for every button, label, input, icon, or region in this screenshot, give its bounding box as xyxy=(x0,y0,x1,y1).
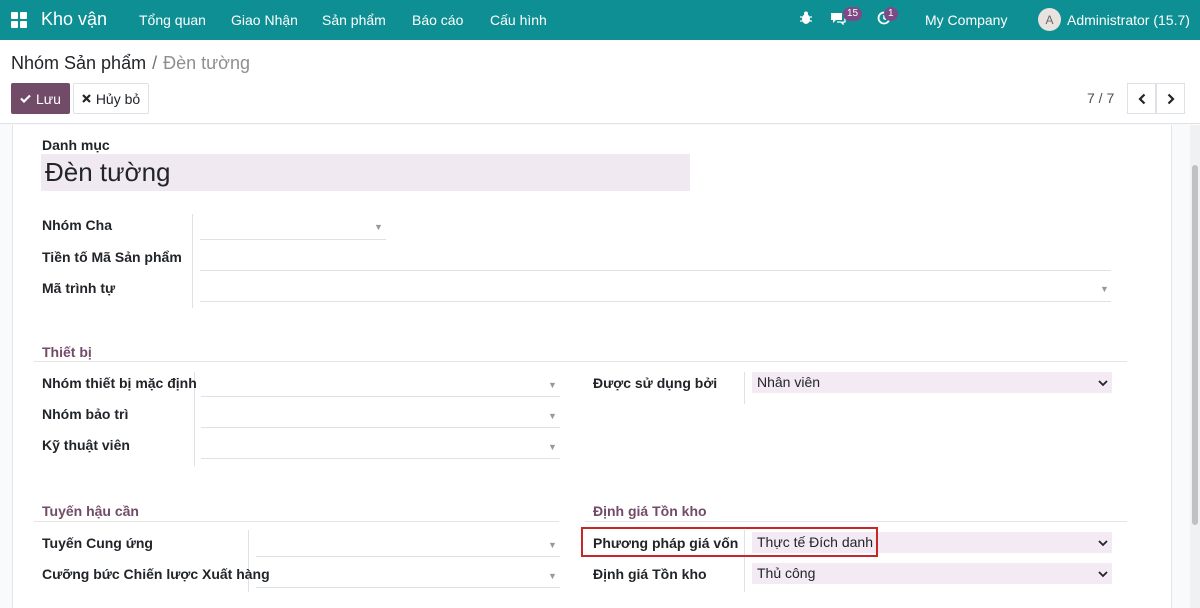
valuation-section-title: Định giá Tồn kho xyxy=(593,503,707,519)
menu-reports[interactable]: Báo cáo xyxy=(412,12,463,28)
costing-highlight-box xyxy=(581,527,878,557)
used-by-select[interactable]: Nhân viên xyxy=(752,372,1112,393)
apps-grid-icon[interactable] xyxy=(11,12,27,28)
removal-strategy-field[interactable] xyxy=(256,564,560,586)
inventory-valuation-label: Định giá Tồn kho xyxy=(593,566,707,582)
menu-transfers[interactable]: Giao Nhận xyxy=(231,12,298,28)
maintenance-team-line xyxy=(201,427,560,428)
discard-button[interactable]: Hủy bỏ xyxy=(73,83,149,114)
sequence-field-line xyxy=(200,301,1111,302)
save-button[interactable]: Lưu xyxy=(11,83,70,114)
chevron-right-icon xyxy=(1167,93,1175,104)
save-button-label: Lưu xyxy=(36,90,61,107)
costing-chevron-down-icon[interactable] xyxy=(1098,536,1108,550)
menu-products[interactable]: Sản phẩm xyxy=(322,12,386,28)
used-by-separator xyxy=(744,372,745,404)
category-label: Danh mục xyxy=(42,137,110,153)
scrollbar[interactable] xyxy=(1190,125,1200,608)
valuation-chevron-down-icon[interactable] xyxy=(1098,567,1108,581)
logistics-section-title: Tuyến hậu cần xyxy=(42,503,139,519)
used-by-chevron-down-icon[interactable] xyxy=(1098,376,1108,390)
technician-label: Kỹ thuật viên xyxy=(42,437,130,453)
messages-badge: 15 xyxy=(843,7,863,21)
maintenance-team-label: Nhóm bảo trì xyxy=(42,406,129,422)
used-by-label: Được sử dụng bởi xyxy=(593,375,718,391)
routes-label: Tuyến Cung ứng xyxy=(42,535,153,551)
menu-overview[interactable]: Tổng quan xyxy=(139,12,206,28)
control-panel: Nhóm Sản phẩm / Đèn tường Lưu Hủy bỏ 7 / 7 xyxy=(0,40,1200,124)
routes-field[interactable] xyxy=(256,533,560,555)
bug-icon[interactable] xyxy=(800,11,812,28)
parent-label: Nhóm Cha xyxy=(42,217,112,233)
maintenance-team-field[interactable] xyxy=(201,404,560,426)
logistics-section-divider xyxy=(34,521,559,522)
pager-previous-button[interactable] xyxy=(1127,83,1156,114)
app-name[interactable]: Kho vận xyxy=(41,9,107,30)
removal-strategy-line xyxy=(256,587,560,588)
inventory-valuation-select[interactable]: Thủ công xyxy=(752,563,1112,584)
group-separator xyxy=(192,214,193,308)
avatar[interactable]: A xyxy=(1038,8,1061,31)
company-switcher[interactable]: My Company xyxy=(925,12,1007,28)
parent-field[interactable] xyxy=(200,216,386,238)
prefix-field-line xyxy=(200,270,1111,271)
default-equipment-label: Nhóm thiết bị mặc định xyxy=(42,375,197,391)
technician-field[interactable] xyxy=(201,435,560,457)
top-navbar: Kho vận Tổng quan Giao Nhận Sản phẩm Báo… xyxy=(0,0,1200,40)
routes-line xyxy=(256,556,560,557)
scrollbar-thumb[interactable] xyxy=(1192,165,1198,525)
check-icon xyxy=(20,94,31,103)
default-equipment-field[interactable] xyxy=(201,373,560,395)
equipment-section-title: Thiết bị xyxy=(42,344,92,360)
sequence-label: Mã trình tự xyxy=(42,280,116,296)
pager-next-button[interactable] xyxy=(1156,83,1185,114)
user-menu[interactable]: Administrator (15.7) xyxy=(1067,12,1190,28)
default-equipment-line xyxy=(201,396,560,397)
pager-value[interactable]: 7 / 7 xyxy=(1087,90,1114,106)
breadcrumb: Nhóm Sản phẩm / Đèn tường xyxy=(11,53,250,74)
valuation-section-divider xyxy=(585,521,1127,522)
breadcrumb-current: Đèn tường xyxy=(163,53,250,73)
equipment-section-divider xyxy=(34,361,1127,362)
sequence-field[interactable] xyxy=(200,278,1111,300)
logistics-separator xyxy=(248,530,249,592)
prefix-field[interactable] xyxy=(200,247,1111,269)
breadcrumb-parent[interactable]: Nhóm Sản phẩm xyxy=(11,53,146,73)
technician-line xyxy=(201,458,560,459)
menu-configuration[interactable]: Cấu hình xyxy=(490,12,547,28)
activities-badge: 1 xyxy=(884,7,898,21)
close-icon xyxy=(82,94,91,103)
breadcrumb-separator: / xyxy=(152,53,158,73)
prefix-label: Tiền tố Mã Sản phẩm xyxy=(42,249,182,265)
removal-strategy-label: Cưỡng bức Chiến lược Xuất hàng xyxy=(42,566,270,582)
category-name-input[interactable]: Đèn tường xyxy=(41,154,690,191)
chevron-left-icon xyxy=(1137,93,1145,104)
parent-field-line xyxy=(200,239,386,240)
discard-button-label: Hủy bỏ xyxy=(95,90,141,107)
